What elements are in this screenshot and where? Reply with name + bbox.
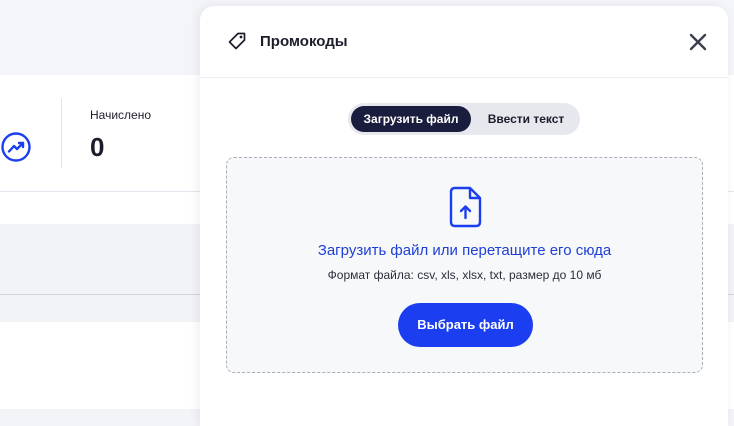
- input-mode-switch: Загрузить файл Ввести текст: [348, 103, 580, 135]
- drawer-header: Промокоды: [200, 6, 728, 78]
- file-dropzone[interactable]: Загрузить файл или перетащите его сюда Ф…: [226, 157, 703, 373]
- promocodes-drawer: Промокоды Загрузить файл Ввести текст За…: [200, 6, 728, 426]
- dropzone-hint: Формат файла: csv, xls, xlsx, txt, разме…: [327, 268, 602, 282]
- stat-label: Начислено: [90, 108, 152, 122]
- trending-up-icon: [1, 132, 31, 162]
- drawer-title: Промокоды: [260, 33, 348, 50]
- stat-value: 0: [90, 132, 105, 162]
- stat-divider: [61, 98, 62, 168]
- choose-file-button[interactable]: Выбрать файл: [398, 303, 533, 347]
- close-icon[interactable]: [686, 30, 710, 54]
- tag-icon: [228, 32, 246, 50]
- file-upload-icon: [449, 186, 482, 228]
- tab-upload-file[interactable]: Загрузить файл: [351, 106, 471, 132]
- dropzone-title[interactable]: Загрузить файл или перетащите его сюда: [227, 242, 702, 259]
- tab-enter-text[interactable]: Ввести текст: [475, 106, 577, 132]
